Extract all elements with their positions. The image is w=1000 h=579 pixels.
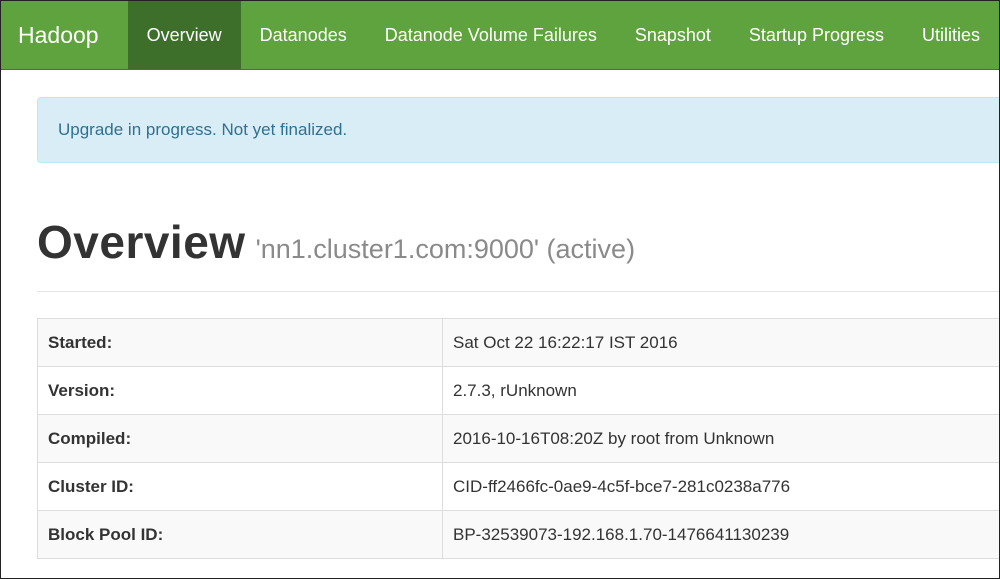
upgrade-alert: Upgrade in progress. Not yet finalized.	[37, 97, 999, 163]
row-key: Compiled:	[37, 414, 443, 463]
nav-overview[interactable]: Overview	[127, 1, 241, 69]
table-row: Started: Sat Oct 22 16:22:17 IST 2016	[37, 318, 999, 367]
alert-message: Upgrade in progress. Not yet finalized.	[58, 120, 348, 139]
row-key: Started:	[37, 318, 443, 367]
table-row: Version: 2.7.3, rUnknown	[37, 366, 999, 415]
nav-datanodes[interactable]: Datanodes	[241, 1, 366, 69]
nav-utilities[interactable]: Utilities	[903, 1, 999, 69]
row-value: 2.7.3, rUnknown	[442, 366, 999, 415]
nav-startup-progress[interactable]: Startup Progress	[730, 1, 903, 69]
table-row: Cluster ID: CID-ff2466fc-0ae9-4c5f-bce7-…	[37, 462, 999, 511]
row-key: Block Pool ID:	[37, 510, 443, 559]
table-row: Block Pool ID: BP-32539073-192.168.1.70-…	[37, 510, 999, 559]
brand-logo[interactable]: Hadoop	[1, 1, 128, 69]
row-value: 2016-10-16T08:20Z by root from Unknown	[442, 414, 999, 463]
row-key: Cluster ID:	[37, 462, 443, 511]
row-key: Version:	[37, 366, 443, 415]
page-subtitle: 'nn1.cluster1.com:9000' (active)	[255, 234, 636, 264]
row-value: Sat Oct 22 16:22:17 IST 2016	[442, 318, 999, 367]
table-row: Compiled: 2016-10-16T08:20Z by root from…	[37, 414, 999, 463]
nav-datanode-volume-failures[interactable]: Datanode Volume Failures	[366, 1, 616, 69]
browser-frame: Hadoop Overview Datanodes Datanode Volum…	[0, 0, 1000, 579]
row-value: BP-32539073-192.168.1.70-1476641130239	[442, 510, 999, 559]
nav-snapshot[interactable]: Snapshot	[616, 1, 730, 69]
row-value: CID-ff2466fc-0ae9-4c5f-bce7-281c0238a776	[442, 462, 999, 511]
overview-info-table: Started: Sat Oct 22 16:22:17 IST 2016 Ve…	[37, 318, 999, 559]
top-navbar: Hadoop Overview Datanodes Datanode Volum…	[1, 1, 999, 70]
page-title: Overview	[37, 216, 246, 268]
page-header: Overview 'nn1.cluster1.com:9000' (active)	[37, 215, 999, 292]
